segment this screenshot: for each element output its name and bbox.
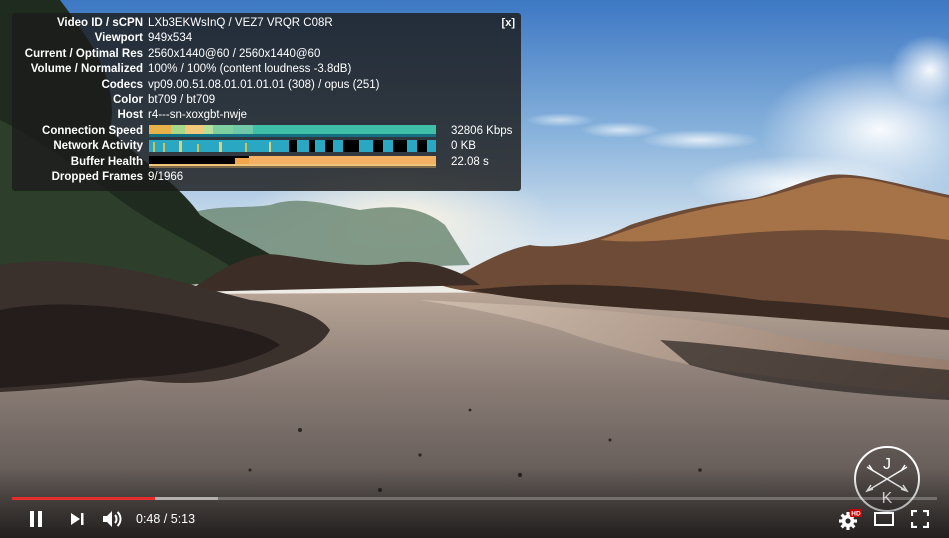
theater-mode-button[interactable]: [872, 506, 896, 532]
volume-icon: [103, 511, 122, 527]
pause-icon: [30, 511, 42, 527]
hd-badge-label: HD: [851, 511, 861, 518]
next-track-icon: [71, 513, 84, 525]
stats-row-volume: Volume / Normalized 100% / 100% (content…: [12, 62, 521, 77]
stats-row-color: Color bt709 / bt709: [12, 93, 521, 108]
stats-label: Buffer Health: [70, 155, 143, 168]
stats-label: Viewport: [94, 32, 143, 45]
stats-value: LXb3EKWsInQ / VEZ7 VRQR C08R: [148, 17, 333, 29]
stats-for-nerds-panel: [x] Video ID / sCPN LXb3EKWsInQ / VEZ7 V…: [12, 13, 521, 191]
stats-label: Dropped Frames: [51, 171, 143, 183]
stats-value: r4---sn-xoxgbt-nwje: [148, 109, 248, 122]
theater-mode-icon: [874, 512, 894, 526]
stats-value: 0 KB: [451, 140, 476, 153]
stats-value: 100% / 100% (content loudness -3.8dB): [148, 63, 352, 76]
stats-row-host: Host r4---sn-xoxgbt-nwje: [12, 108, 521, 123]
stats-label: Color: [112, 94, 143, 106]
stats-value: 949x534: [148, 32, 193, 45]
stats-label: Video ID / sCPN: [56, 17, 143, 29]
stats-label: Current / Optimal Res: [24, 47, 143, 60]
stats-value: bt709 / bt709: [148, 94, 216, 106]
stats-value: 2560x1440@60 / 2560x1440@60: [148, 47, 321, 60]
next-button[interactable]: [66, 506, 88, 532]
controls-gradient: [0, 468, 949, 538]
stats-row-dropped-frames: Dropped Frames 9/1966: [12, 170, 521, 185]
time-display: 0:48 / 5:13: [136, 512, 196, 526]
stats-row-viewport: Viewport 949x534: [12, 31, 521, 46]
stats-value: 9/1966: [148, 171, 184, 183]
stats-label: Network Activity: [53, 140, 143, 153]
stats-value: 22.08 s: [451, 155, 489, 168]
video-player[interactable]: [x] Video ID / sCPN LXb3EKWsInQ / VEZ7 V…: [0, 0, 949, 538]
pause-button[interactable]: [24, 506, 48, 532]
stats-value: vp09.00.51.08.01.01.01.01 (308) / opus (…: [148, 78, 380, 91]
progress-bar[interactable]: [12, 497, 937, 500]
settings-button[interactable]: HD: [837, 506, 863, 532]
stats-label: Volume / Normalized: [30, 63, 143, 76]
stats-row-connection-speed: Connection Speed 32806 Kbps: [12, 124, 521, 139]
stats-row-buffer-health: Buffer Health 22.08 s: [12, 155, 521, 170]
stats-row-codecs: Codecs vp09.00.51.08.01.01.01.01 (308) /…: [12, 78, 521, 93]
stats-row-network-activity: Network Activity 0 KB: [12, 139, 521, 154]
buffer-health-graph: [149, 155, 436, 168]
fullscreen-icon: [911, 510, 929, 528]
stats-label: Connection Speed: [42, 124, 143, 137]
volume-button[interactable]: [100, 506, 126, 532]
stats-row-video-id: Video ID / sCPN LXb3EKWsInQ / VEZ7 VRQR …: [12, 16, 521, 31]
settings-gear-icon: HD: [839, 509, 862, 530]
connection-speed-graph: [149, 124, 436, 137]
fullscreen-button[interactable]: [908, 506, 932, 532]
stats-label: Codecs: [101, 78, 143, 91]
stats-value: 32806 Kbps: [451, 124, 513, 137]
stats-row-resolution: Current / Optimal Res 2560x1440@60 / 256…: [12, 47, 521, 62]
stats-label: Host: [117, 109, 143, 122]
network-activity-graph: [149, 140, 436, 153]
progress-played: [12, 497, 156, 500]
